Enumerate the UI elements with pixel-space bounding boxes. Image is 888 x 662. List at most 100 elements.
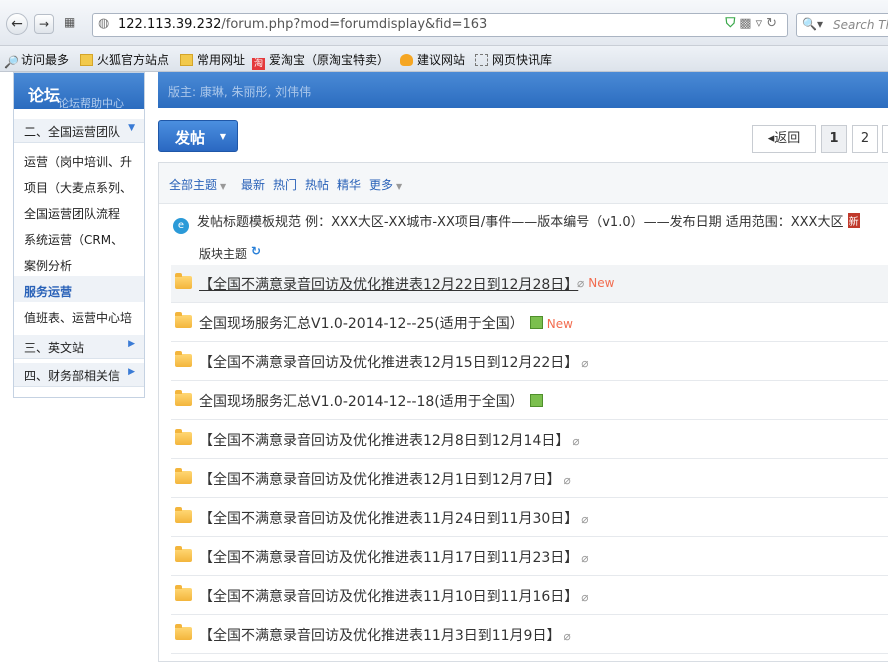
thread-title[interactable]: 【全国不满意录音回访及优化推进表12月22日到12月28日】: [199, 274, 578, 294]
paperclip-icon: ⌀: [577, 276, 585, 290]
table-row[interactable]: 【全国不满意录音回访及优化推进表12月15日到12月22日】 ⌀: [171, 343, 888, 381]
thread-title-text: 【全国不满意录音回访及优化推进表11月3日到11月9日】: [199, 628, 561, 644]
qr-code-icon[interactable]: ▩: [739, 16, 755, 31]
bookmark-label: 建议网站: [417, 53, 466, 67]
bulb-icon: [400, 54, 413, 66]
folder-icon: [175, 273, 192, 289]
new-post-button[interactable]: 发帖 ▼: [158, 120, 238, 152]
list-header-label: 版块主题: [199, 247, 248, 261]
filter-latest[interactable]: 最新: [241, 176, 265, 193]
thread-title[interactable]: 全国现场服务汇总V1.0-2014-12--18(适用于全国）: [199, 391, 543, 411]
forum-page: 论坛帮助中心 论坛 二、全国运营团队 ▼ 运营（岗中培训、升 项目（大麦点系列、…: [0, 72, 888, 662]
thread-title[interactable]: 【全国不满意录音回访及优化推进表11月17日到11月23日】 ⌀: [199, 547, 589, 567]
globe-icon: ◍: [98, 16, 110, 31]
image-attachment-icon: [529, 394, 543, 407]
table-row[interactable]: 【全国不满意录音回访及优化推进表11月17日到11月23日】 ⌀: [171, 538, 888, 576]
back-button[interactable]: ←: [6, 13, 28, 35]
new-badge: New: [588, 276, 615, 290]
reload-icon[interactable]: ↻: [766, 16, 781, 31]
chevron-down-icon: ▼: [396, 182, 403, 191]
folder-icon: [80, 54, 93, 66]
sidebar-group-finance[interactable]: 四、财务部相关信 ▶: [14, 363, 144, 387]
url-text[interactable]: 122.113.39.232/forum.php?mod=forumdispla…: [118, 17, 487, 32]
page-1-button[interactable]: 1: [821, 125, 847, 153]
paperclip-icon: ⌀: [563, 473, 571, 487]
thread-title-text: 【全国不满意录音回访及优化推进表12月15日到12月22日】: [199, 355, 579, 371]
thread-title[interactable]: 【全国不满意录音回访及优化推进表12月1日到12月7日】 ⌀: [199, 469, 571, 489]
refresh-icon[interactable]: ↻: [251, 244, 261, 258]
sidebar-group-national-ops[interactable]: 二、全国运营团队 ▼: [14, 119, 144, 143]
back-link-label: 返回: [774, 131, 801, 146]
thread-title-text: 【全国不满意录音回访及优化推进表11月24日到11月30日】: [199, 511, 579, 527]
folder-icon: [175, 507, 192, 523]
table-row[interactable]: 【全国不满意录音回访及优化推进表12月8日到12月14日】 ⌀: [171, 421, 888, 459]
sidebar-item-projects[interactable]: 项目（大麦点系列、: [24, 179, 142, 196]
filter-bar: 全部主题 ▼ 最新 热门 热帖 精华 更多 ▼: [159, 163, 888, 204]
thread-title[interactable]: 【全国不满意录音回访及优化推进表12月15日到12月22日】 ⌀: [199, 352, 589, 372]
tab-groups-icon[interactable]: ▦: [64, 15, 80, 29]
address-bar[interactable]: ◍ 122.113.39.232/forum.php?mod=forumdisp…: [92, 13, 788, 37]
filter-digest[interactable]: 精华: [337, 176, 361, 193]
sidebar-item-duty-roster[interactable]: 值班表、运营中心培: [24, 309, 142, 326]
announcement-row[interactable]: e 发帖标题模板规范 例：XXX大区-XX城市-XX项目/事件——版本编号（v1.…: [173, 211, 888, 234]
table-row[interactable]: 【全国不满意录音回访及优化推进表12月1日到12月7日】 ⌀: [171, 460, 888, 498]
sidebar-group-english[interactable]: 三、英文站 ▶: [14, 335, 144, 359]
forward-button[interactable]: →: [34, 14, 54, 34]
forum-sidebar: 论坛帮助中心 论坛 二、全国运营团队 ▼ 运营（岗中培训、升 项目（大麦点系列、…: [13, 72, 145, 398]
sidebar-item-ops-process[interactable]: 全国运营团队流程: [24, 205, 142, 222]
thread-title[interactable]: 【全国不满意录音回访及优化推进表11月3日到11月9日】 ⌀: [199, 625, 571, 645]
bookmark-web-slice[interactable]: 网页快讯库: [475, 51, 552, 68]
sidebar-item-case-study[interactable]: 案例分析: [24, 257, 142, 274]
page-2-button[interactable]: 2: [852, 125, 878, 153]
search-box[interactable]: 🔍▾ Search Th: [796, 13, 888, 37]
paperclip-icon: ⌀: [572, 434, 580, 448]
table-row[interactable]: 【全国不满意录音回访及优化推进表11月3日到11月9日】 ⌀: [171, 616, 888, 654]
announcement-text[interactable]: 发帖标题模板规范 例：XXX大区-XX城市-XX项目/事件——版本编号（v1.0…: [197, 215, 843, 230]
bookmark-suggested-sites[interactable]: 建议网站: [400, 51, 465, 68]
image-attachment-icon: [529, 316, 543, 329]
bookmark-most-visited[interactable]: 🔎 访问最多: [4, 51, 69, 68]
page-next-button[interactable]: [882, 125, 888, 153]
feed-icon: [475, 54, 488, 66]
sidebar-item-service-ops[interactable]: 服务运营: [24, 283, 142, 300]
sidebar-help-link[interactable]: 论坛帮助中心: [58, 95, 124, 111]
thread-title[interactable]: 【全国不满意录音回访及优化推进表11月24日到11月30日】 ⌀: [199, 508, 589, 528]
bookmark-firefox-site[interactable]: 火狐官方站点: [80, 51, 169, 68]
folder-icon: [175, 429, 192, 445]
bookmark-label: 爱淘宝（原淘宝特卖）: [269, 53, 390, 67]
table-row[interactable]: 全国现场服务汇总V1.0-2014-12--25(适用于全国） New: [171, 304, 888, 342]
sidebar-group-label: 二、全国运营团队: [24, 125, 121, 139]
paperclip-icon: ⌀: [581, 512, 589, 526]
thread-meta: ⌀ New: [574, 276, 614, 291]
thread-title[interactable]: 【全国不满意录音回访及优化推进表11月10日到11月16日】 ⌀: [199, 586, 589, 606]
arrow-left-icon: ←: [11, 16, 23, 32]
bookmark-aitaobao[interactable]: 淘爱淘宝（原淘宝特卖）: [252, 51, 389, 70]
filter-all-threads[interactable]: 全部主题 ▼: [169, 176, 226, 193]
filter-hot[interactable]: 热门: [273, 176, 297, 193]
dropdown-icon[interactable]: ▿: [756, 16, 767, 31]
address-bar-icons: ⛉▩▿↻: [726, 16, 782, 31]
chevron-right-icon: ▶: [128, 367, 135, 377]
filter-more[interactable]: 更多 ▼: [369, 176, 402, 193]
thread-title-text: 【全国不满意录音回访及优化推进表12月1日到12月7日】: [199, 472, 561, 488]
folder-icon: [175, 546, 192, 562]
sidebar-item-ops-training[interactable]: 运营（岗中培训、升: [24, 153, 142, 170]
table-row[interactable]: 【全国不满意录音回访及优化推进表12月22日到12月28日】 ⌀ New: [171, 265, 888, 303]
folder-icon: [175, 624, 192, 640]
thread-title[interactable]: 【全国不满意录音回访及优化推进表12月8日到12月14日】 ⌀: [199, 430, 580, 450]
bookmark-common-sites[interactable]: 常用网址: [180, 51, 245, 68]
back-link-button[interactable]: ◂返回: [752, 125, 816, 153]
table-row[interactable]: 全国现场服务汇总V1.0-2014-12--18(适用于全国）: [171, 382, 888, 420]
moderators-text: 版主: 康琳, 朱丽彤, 刘伟伟: [168, 85, 312, 99]
sidebar-item-system-ops[interactable]: 系统运营（CRM、: [24, 231, 142, 248]
url-path: /forum.php?mod=forumdisplay&fid=163: [221, 17, 488, 32]
table-row[interactable]: 【全国不满意录音回访及优化推进表11月10日到11月16日】 ⌀: [171, 577, 888, 615]
thread-list-header: 版块主题 ↻: [171, 241, 888, 266]
bookmark-label: 常用网址: [197, 53, 246, 67]
thread-title-text: 全国现场服务汇总V1.0-2014-12--18(适用于全国）: [199, 394, 524, 410]
filter-hot-posts[interactable]: 热帖: [305, 176, 329, 193]
table-row[interactable]: 【全国不满意录音回访及优化推进表11月24日到11月30日】 ⌀: [171, 499, 888, 537]
shield-icon[interactable]: ⛉: [726, 16, 740, 31]
search-engine-icon[interactable]: 🔍▾: [802, 17, 823, 31]
thread-title[interactable]: 全国现场服务汇总V1.0-2014-12--25(适用于全国） New: [199, 313, 573, 333]
